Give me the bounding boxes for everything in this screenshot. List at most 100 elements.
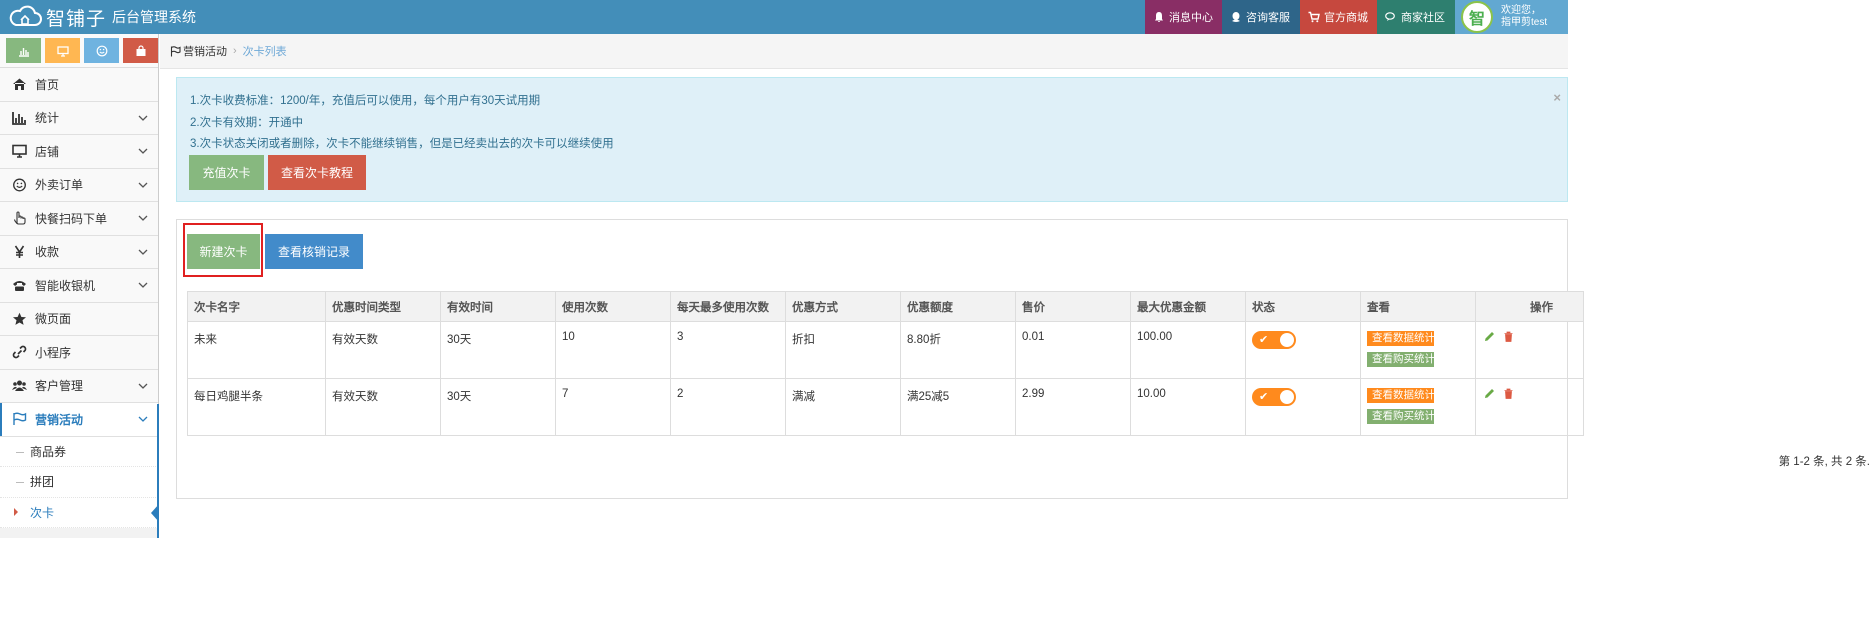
use-count: 10 [555, 321, 671, 379]
desktop-icon [56, 45, 69, 57]
view-data-stats-button[interactable]: 查看数据统计 [1367, 388, 1434, 403]
sidebar-item-home[interactable]: 首页 [0, 68, 158, 102]
sidebar: 首页 统计 店铺 外卖订单 快餐扫码下单 收款 智能收银机 微页面 小程序 客户… [0, 34, 159, 538]
flag-icon [10, 412, 28, 426]
sidebar-item-label: 小程序 [35, 345, 72, 360]
alert-line-1: 1.次卡收费标准：1200/年，充值后可以使用，每个用户有30天试用期 [190, 95, 541, 107]
sidebar-item-statistics[interactable]: 统计 [0, 101, 158, 135]
sidebar-item-customer-management[interactable]: 客户管理 [0, 369, 158, 403]
edit-pencil-icon[interactable] [1484, 331, 1495, 342]
smile-icon [10, 178, 28, 192]
chevron-down-icon [138, 383, 148, 389]
chevron-down-icon [138, 416, 148, 422]
col-header: 售价 [1015, 291, 1131, 322]
trash-icon[interactable] [1503, 388, 1514, 399]
breadcrumb-separator-icon: › [233, 45, 237, 57]
chevron-down-icon [138, 215, 148, 221]
status-cell: ✔ [1245, 321, 1361, 379]
customer-service-label: 咨询客服 [1246, 12, 1290, 24]
highlight-box [183, 223, 263, 277]
link-icon [10, 345, 28, 359]
status-toggle[interactable]: ✔ [1252, 331, 1296, 349]
shortcut-store-button[interactable] [45, 38, 80, 63]
user-name: 指甲剪test [1501, 17, 1548, 28]
view-cell: 查看数据统计 查看购买统计 [1360, 321, 1476, 379]
customer-service-button[interactable]: 咨询客服 [1222, 0, 1300, 34]
view-purchase-stats-button[interactable]: 查看购买统计 [1367, 409, 1434, 424]
shortcut-stats-button[interactable] [6, 38, 41, 63]
merchant-community-label: 商家社区 [1401, 12, 1445, 24]
col-header: 每天最多使用次数 [670, 291, 786, 322]
alert-line-2: 2.次卡有效期：开通中 [190, 117, 304, 129]
col-header: 查看 [1360, 291, 1476, 322]
breadcrumb-current: 次卡列表 [242, 46, 287, 58]
sidebar-item-label: 外卖订单 [35, 178, 84, 193]
shortcut-shop-button[interactable] [123, 38, 158, 63]
submenu-item-coupon[interactable]: 商品券 [0, 436, 158, 467]
chevron-down-icon [138, 249, 148, 255]
price: 0.01 [1015, 321, 1131, 379]
price: 2.99 [1015, 378, 1131, 436]
submenu-item-group-buy[interactable]: 拼团 [0, 467, 158, 498]
submenu-item-times-card[interactable]: 次卡 [0, 497, 159, 528]
sidebar-item-label: 智能收银机 [35, 278, 96, 293]
breadcrumb-parent[interactable]: 营销活动 [183, 43, 227, 59]
col-header: 最大优惠金额 [1130, 291, 1246, 322]
chevron-down-icon [138, 182, 148, 188]
bar-chart-icon [10, 111, 28, 125]
sidebar-item-label: 微页面 [35, 312, 72, 327]
discount-method: 折扣 [785, 321, 901, 379]
official-mall-label: 官方商城 [1324, 12, 1368, 24]
brand-name: 智铺子 [46, 8, 107, 30]
col-header: 操作 [1475, 291, 1584, 322]
close-icon[interactable]: × [1553, 90, 1561, 105]
message-center-button[interactable]: 消息中心 [1145, 0, 1222, 34]
check-icon: ✔ [1259, 391, 1269, 403]
qq-icon [1232, 12, 1240, 22]
daily-max: 2 [670, 378, 786, 436]
sidebar-item-payment[interactable]: 收款 [0, 235, 158, 269]
col-header: 优惠额度 [900, 291, 1016, 322]
flag-icon [170, 45, 181, 56]
sidebar-item-label: 收款 [35, 245, 60, 260]
sidebar-item-smart-cashier[interactable]: 智能收银机 [0, 269, 158, 303]
sidebar-item-label: 营销活动 [35, 412, 84, 427]
trash-icon[interactable] [1503, 331, 1514, 342]
official-mall-button[interactable]: 官方商城 [1300, 0, 1377, 34]
cloud-home-icon [9, 5, 42, 26]
edit-pencil-icon[interactable] [1484, 388, 1495, 399]
merchant-community-button[interactable]: 商家社区 [1377, 0, 1455, 34]
status-cell: ✔ [1245, 378, 1361, 436]
status-toggle[interactable]: ✔ [1252, 388, 1296, 406]
sidebar-item-quick-scan-order[interactable]: 快餐扫码下单 [0, 202, 158, 236]
col-header: 优惠方式 [785, 291, 901, 322]
bell-icon [1155, 12, 1163, 22]
sidebar-item-mini-program[interactable]: 小程序 [0, 336, 158, 370]
view-records-button[interactable]: 查看核销记录 [265, 234, 363, 269]
use-count: 7 [555, 378, 671, 436]
max-discount: 100.00 [1130, 321, 1246, 379]
bag-icon [136, 44, 145, 56]
sidebar-item-store[interactable]: 店铺 [0, 135, 158, 169]
view-data-stats-button[interactable]: 查看数据统计 [1367, 331, 1434, 346]
cart-icon [1308, 11, 1320, 23]
sidebar-item-takeout-orders[interactable]: 外卖订单 [0, 168, 158, 202]
star-icon [10, 312, 28, 326]
top-navbar: 智铺子 后台管理系统 消息中心 咨询客服 官方商城 商家社区 智 欢迎您， 指甲… [0, 0, 1568, 34]
user-menu[interactable]: 智 欢迎您， 指甲剪test [1455, 0, 1568, 34]
view-tutorial-button[interactable]: 查看次卡教程 [268, 155, 366, 190]
sidebar-active-indicator [157, 404, 159, 538]
logo[interactable]: 智铺子 后台管理系统 [8, 3, 196, 31]
discount-amount: 8.80折 [900, 321, 1016, 379]
card-name: 未来 [187, 321, 326, 379]
hand-pointer-icon [10, 211, 28, 225]
card-name: 每日鸡腿半条 [187, 378, 326, 436]
desktop-icon [10, 144, 28, 159]
yen-icon [10, 245, 28, 259]
sidebar-item-marketing[interactable]: 营销活动 [0, 403, 158, 437]
sidebar-item-micro-page[interactable]: 微页面 [0, 302, 158, 336]
shortcut-orders-button[interactable] [84, 38, 119, 63]
view-purchase-stats-button[interactable]: 查看购买统计 [1367, 352, 1434, 367]
recharge-card-button[interactable]: 充值次卡 [189, 155, 264, 190]
home-icon [10, 77, 28, 91]
